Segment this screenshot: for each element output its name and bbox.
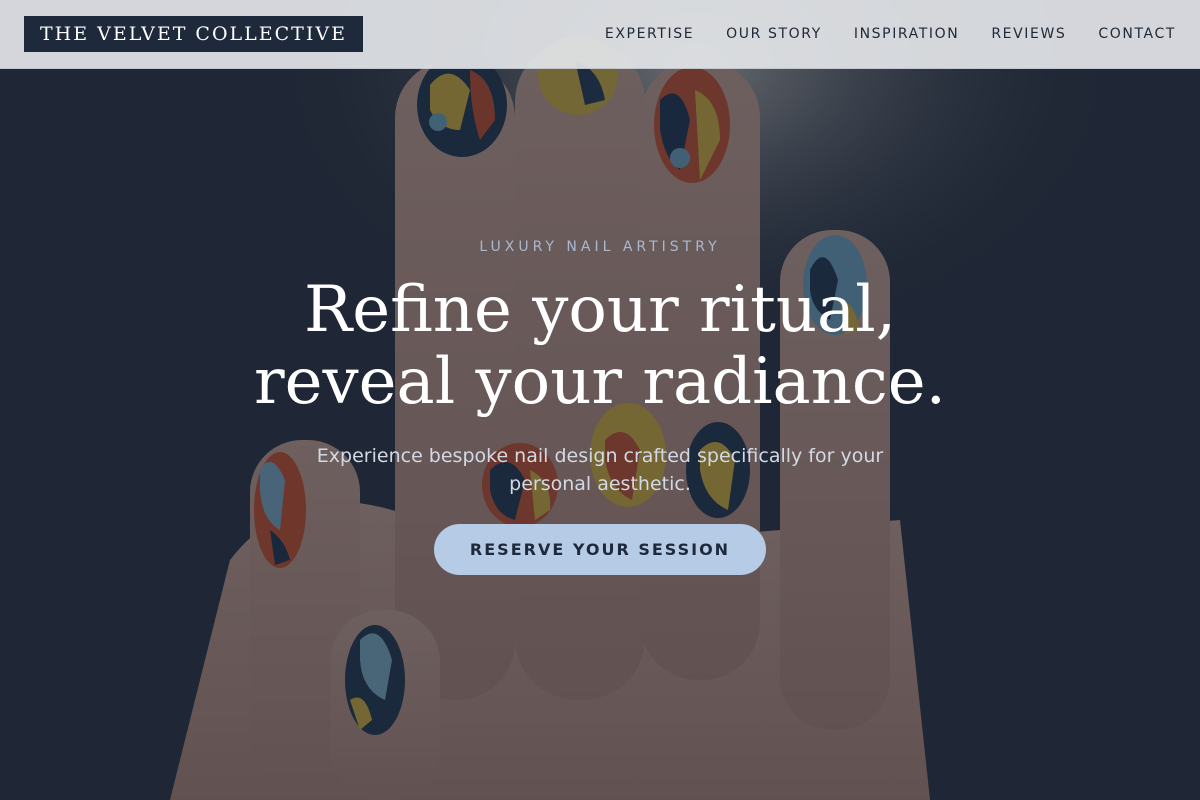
hero-section: LUXURY NAIL ARTISTRY Refine your ritual,… — [0, 0, 1200, 800]
hero-eyebrow: LUXURY NAIL ARTISTRY — [479, 239, 721, 255]
reserve-session-button[interactable]: RESERVE YOUR SESSION — [434, 524, 766, 575]
hero-title: Refine your ritual, reveal your radiance… — [254, 273, 946, 419]
hero-subtitle: Experience bespoke nail design crafted s… — [316, 445, 884, 495]
